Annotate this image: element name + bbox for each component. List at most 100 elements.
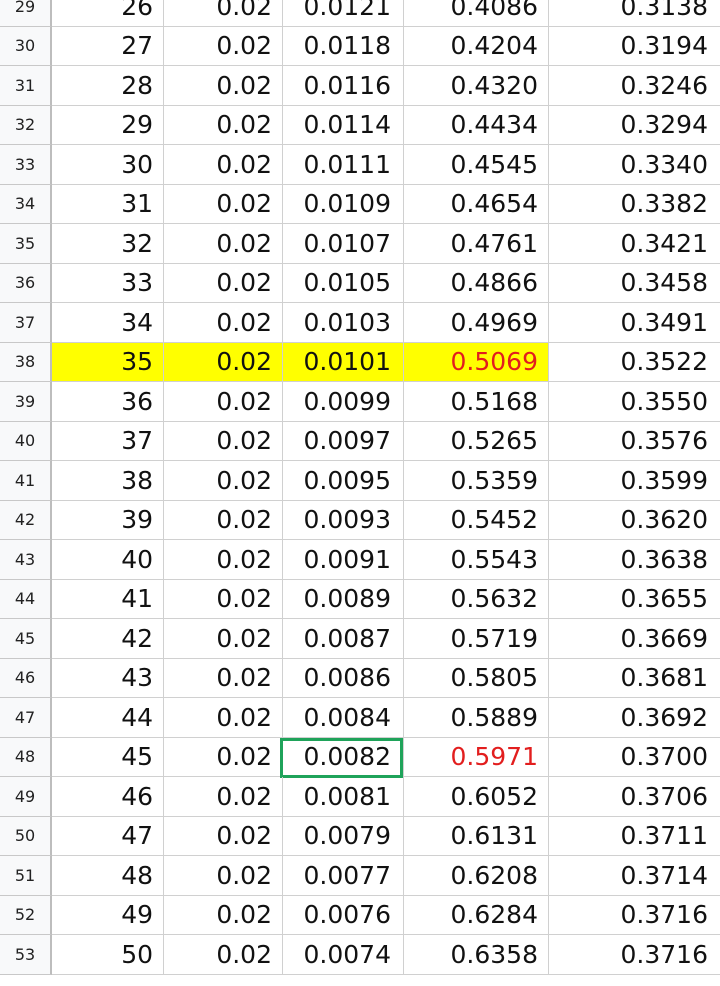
row-header[interactable]: 29 bbox=[0, 0, 52, 27]
cell-d[interactable]: 0.6052 bbox=[404, 777, 549, 817]
row-header[interactable]: 49 bbox=[0, 777, 52, 817]
cell-e[interactable]: 0.3638 bbox=[549, 540, 720, 580]
cell-d[interactable]: 0.4969 bbox=[404, 303, 549, 343]
cell-c[interactable]: 0.0116 bbox=[283, 66, 404, 106]
cell-c[interactable]: 0.0099 bbox=[283, 382, 404, 422]
cell-e[interactable]: 0.3138 bbox=[549, 0, 720, 27]
row-header[interactable]: 40 bbox=[0, 421, 52, 461]
cell-c[interactable]: 0.0111 bbox=[283, 145, 404, 185]
row-header[interactable]: 51 bbox=[0, 856, 52, 896]
cell-d[interactable]: 0.5719 bbox=[404, 619, 549, 659]
row-header[interactable]: 36 bbox=[0, 263, 52, 303]
cell-b[interactable]: 0.02 bbox=[164, 619, 283, 659]
cell-a[interactable]: 31 bbox=[52, 184, 164, 224]
cell-c[interactable]: 0.0114 bbox=[283, 105, 404, 145]
row-header[interactable]: 44 bbox=[0, 579, 52, 619]
cell-b[interactable]: 0.02 bbox=[164, 224, 283, 264]
cell-a[interactable]: 49 bbox=[52, 895, 164, 935]
cell-c[interactable]: 0.0082 bbox=[283, 737, 404, 777]
cell-c[interactable]: 0.0095 bbox=[283, 461, 404, 501]
cell-e[interactable]: 0.3340 bbox=[549, 145, 720, 185]
cell-a[interactable]: 35 bbox=[52, 342, 164, 382]
cell-b[interactable]: 0.02 bbox=[164, 895, 283, 935]
cell-e[interactable]: 0.3421 bbox=[549, 224, 720, 264]
cell-a[interactable]: 33 bbox=[52, 263, 164, 303]
cell-d[interactable]: 0.4545 bbox=[404, 145, 549, 185]
cell-e[interactable]: 0.3246 bbox=[549, 66, 720, 106]
row-header[interactable]: 45 bbox=[0, 619, 52, 659]
cell-d[interactable]: 0.6358 bbox=[404, 935, 549, 975]
row-header[interactable]: 35 bbox=[0, 224, 52, 264]
cell-b[interactable]: 0.02 bbox=[164, 382, 283, 422]
cell-a[interactable]: 42 bbox=[52, 619, 164, 659]
row-header[interactable]: 31 bbox=[0, 66, 52, 106]
cell-b[interactable]: 0.02 bbox=[164, 105, 283, 145]
cell-d[interactable]: 0.6208 bbox=[404, 856, 549, 896]
cell-e[interactable]: 0.3382 bbox=[549, 185, 720, 224]
cell-d[interactable]: 0.5359 bbox=[404, 461, 549, 501]
cell-c[interactable]: 0.0087 bbox=[283, 619, 404, 659]
row-header[interactable]: 47 bbox=[0, 698, 52, 738]
cell-c[interactable]: 0.0107 bbox=[283, 224, 404, 264]
row-header[interactable]: 53 bbox=[0, 935, 52, 975]
cell-b[interactable]: 0.02 bbox=[164, 698, 283, 738]
cell-b[interactable]: 0.02 bbox=[164, 66, 283, 106]
cell-b[interactable]: 0.02 bbox=[164, 737, 283, 777]
cell-a[interactable]: 37 bbox=[52, 421, 164, 461]
cell-a[interactable]: 26 bbox=[52, 0, 164, 27]
cell-d[interactable]: 0.5805 bbox=[404, 658, 549, 698]
cell-c[interactable]: 0.0103 bbox=[283, 303, 404, 343]
cell-c[interactable]: 0.0076 bbox=[283, 895, 404, 935]
cell-c[interactable]: 0.0091 bbox=[283, 540, 404, 580]
cell-e[interactable]: 0.3716 bbox=[549, 896, 720, 935]
cell-a[interactable]: 27 bbox=[52, 26, 164, 66]
cell-d[interactable]: 0.4654 bbox=[404, 184, 549, 224]
cell-c[interactable]: 0.0097 bbox=[283, 421, 404, 461]
cell-c[interactable]: 0.0109 bbox=[283, 184, 404, 224]
cell-b[interactable]: 0.02 bbox=[164, 856, 283, 896]
cell-a[interactable]: 45 bbox=[52, 737, 164, 777]
cell-e[interactable]: 0.3194 bbox=[549, 27, 720, 66]
cell-d[interactable]: 0.4320 bbox=[404, 66, 549, 106]
cell-d[interactable]: 0.4086 bbox=[404, 0, 549, 27]
cell-e[interactable]: 0.3599 bbox=[549, 461, 720, 501]
cell-c[interactable]: 0.0105 bbox=[283, 263, 404, 303]
cell-c[interactable]: 0.0118 bbox=[283, 26, 404, 66]
cell-b[interactable]: 0.02 bbox=[164, 540, 283, 580]
cell-d[interactable]: 0.6131 bbox=[404, 816, 549, 856]
cell-b[interactable]: 0.02 bbox=[164, 0, 283, 27]
cell-a[interactable]: 46 bbox=[52, 777, 164, 817]
row-header[interactable]: 46 bbox=[0, 658, 52, 698]
cell-c[interactable]: 0.0089 bbox=[283, 579, 404, 619]
cell-d[interactable]: 0.4204 bbox=[404, 26, 549, 66]
cell-b[interactable]: 0.02 bbox=[164, 658, 283, 698]
cell-e[interactable]: 0.3706 bbox=[549, 777, 720, 817]
cell-b[interactable]: 0.02 bbox=[164, 579, 283, 619]
cell-e[interactable]: 0.3294 bbox=[549, 106, 720, 145]
row-header[interactable]: 41 bbox=[0, 461, 52, 501]
row-header[interactable]: 38 bbox=[0, 342, 52, 382]
row-header[interactable]: 50 bbox=[0, 816, 52, 856]
row-header[interactable]: 42 bbox=[0, 500, 52, 540]
cell-e[interactable]: 0.3711 bbox=[549, 817, 720, 856]
cell-c[interactable]: 0.0086 bbox=[283, 658, 404, 698]
cell-a[interactable]: 48 bbox=[52, 856, 164, 896]
cell-d[interactable]: 0.6284 bbox=[404, 895, 549, 935]
cell-d[interactable]: 0.5168 bbox=[404, 382, 549, 422]
row-header[interactable]: 39 bbox=[0, 382, 52, 422]
cell-d[interactable]: 0.5971 bbox=[404, 737, 549, 777]
cell-b[interactable]: 0.02 bbox=[164, 342, 283, 382]
cell-a[interactable]: 38 bbox=[52, 461, 164, 501]
cell-c[interactable]: 0.0084 bbox=[283, 698, 404, 738]
row-header[interactable]: 43 bbox=[0, 540, 52, 580]
cell-c[interactable]: 0.0074 bbox=[283, 935, 404, 975]
cell-e[interactable]: 0.3576 bbox=[549, 422, 720, 461]
cell-b[interactable]: 0.02 bbox=[164, 816, 283, 856]
row-header[interactable]: 32 bbox=[0, 105, 52, 145]
cell-b[interactable]: 0.02 bbox=[164, 935, 283, 975]
cell-e[interactable]: 0.3714 bbox=[549, 856, 720, 896]
cell-b[interactable]: 0.02 bbox=[164, 184, 283, 224]
cell-e[interactable]: 0.3620 bbox=[549, 501, 720, 540]
cell-a[interactable]: 29 bbox=[52, 105, 164, 145]
row-header[interactable]: 48 bbox=[0, 737, 52, 777]
